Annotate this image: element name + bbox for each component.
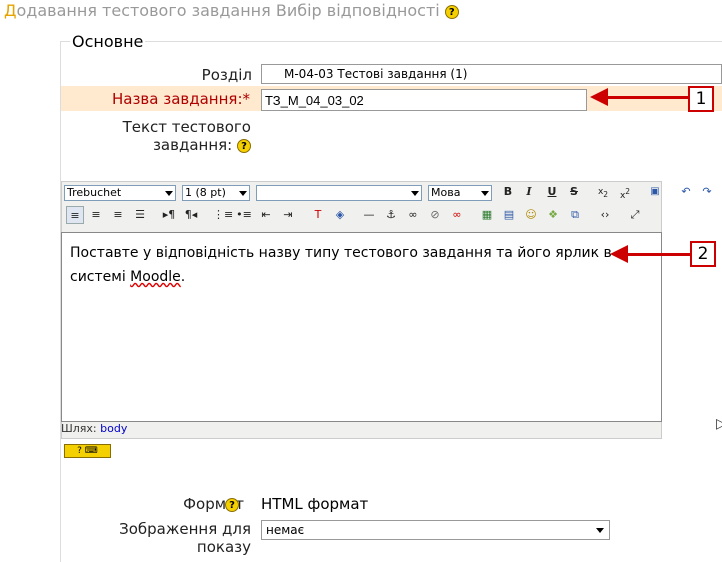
page-title: Додавання тестового завдання Вибір відпо… — [4, 1, 459, 20]
align-center-icon[interactable]: ≡ — [87, 206, 105, 224]
superscript-icon[interactable]: x2 — [616, 183, 634, 201]
callout-1-number: 1 — [688, 86, 714, 112]
undo-icon[interactable]: ↶ — [677, 183, 695, 201]
text-label-line1: Текст тестового — [122, 118, 251, 136]
align-left-icon[interactable]: ≡ — [66, 206, 84, 224]
ordered-list-icon[interactable]: ⋮≡ — [213, 206, 233, 224]
search-replace-icon[interactable]: ⧉ — [566, 206, 584, 224]
section-legend: Основне — [70, 32, 146, 51]
special-char-icon[interactable]: ❖ — [544, 206, 562, 224]
editor-text-misspelled: Moodle — [130, 269, 181, 285]
underline-icon[interactable]: U — [543, 183, 561, 201]
image-label-line1: Зображення для — [119, 520, 251, 538]
table-icon[interactable]: ▤ — [500, 206, 518, 224]
unordered-list-icon[interactable]: •≡ — [235, 206, 253, 224]
callout-2-arrow — [626, 253, 690, 256]
category-select[interactable]: М-04-03 Тестові завдання (1) — [261, 64, 722, 84]
font-family-select[interactable]: Trebuchet — [64, 185, 176, 201]
redo-icon[interactable]: ↷ — [698, 183, 716, 201]
path-body-link[interactable]: body — [100, 422, 127, 435]
callout-1-arrow — [606, 96, 688, 99]
editor-path-bar: Шлях: body — [61, 422, 662, 439]
subscript-icon[interactable]: x2 — [594, 183, 612, 201]
font-size-select[interactable]: 1 (8 pt) — [182, 185, 250, 201]
image-icon[interactable]: ▦ — [478, 206, 496, 224]
rtl-icon[interactable]: ¶◂ — [182, 206, 200, 224]
font-size-value: 1 (8 pt) — [185, 186, 226, 199]
bold-icon[interactable]: B — [499, 183, 517, 201]
indent-icon[interactable]: ⇥ — [279, 206, 297, 224]
help-icon[interactable]: ? — [237, 138, 251, 153]
nolink-icon[interactable]: ∞ — [448, 206, 466, 224]
path-label: Шлях: — [61, 422, 97, 435]
page-title-text: одавання тестового завдання Вибір відпов… — [16, 1, 440, 20]
text-label: завдання: ? — [80, 136, 251, 154]
name-input[interactable] — [261, 89, 587, 111]
link-icon[interactable]: ∞ — [404, 206, 422, 224]
style-select[interactable] — [256, 185, 422, 201]
strikethrough-icon[interactable]: S — [565, 183, 583, 201]
paste-word-icon[interactable]: ▣ — [646, 183, 664, 201]
category-select-value: М-04-03 Тестові завдання (1) — [284, 67, 468, 81]
language-value: Мова — [431, 186, 461, 199]
outdent-icon[interactable]: ⇤ — [257, 206, 275, 224]
callout-2-number: 2 — [690, 241, 716, 267]
category-label: Розділ — [201, 66, 252, 84]
mouse-cursor-icon: ▷ — [716, 416, 722, 432]
horizontal-rule-icon[interactable]: — — [360, 206, 378, 224]
language-select[interactable]: Мова — [428, 185, 492, 201]
align-right-icon[interactable]: ≡ — [109, 206, 127, 224]
image-select[interactable]: немає — [261, 520, 610, 540]
anchor-icon[interactable]: ⚓ — [382, 206, 400, 224]
format-label: Формат — [183, 495, 244, 513]
chevron-down-icon — [596, 528, 604, 533]
help-icon[interactable]: ? — [225, 498, 239, 512]
name-label: Назва завдання:* — [80, 90, 250, 108]
font-family-value: Trebuchet — [67, 186, 122, 199]
text-color-icon[interactable]: T — [309, 206, 327, 224]
background-color-icon[interactable]: ◈ — [331, 206, 349, 224]
fullscreen-icon[interactable]: ⤢ — [626, 206, 644, 224]
help-icon[interactable]: ? — [444, 4, 459, 19]
image-label-line2: показу — [196, 538, 251, 556]
editor-content[interactable]: Поставте у відповідність назву типу тест… — [61, 232, 662, 422]
italic-icon[interactable]: I — [520, 183, 538, 201]
page-title-first-letter: Д — [4, 1, 17, 20]
format-value: HTML формат — [261, 495, 369, 513]
justify-icon[interactable]: ☰ — [131, 206, 149, 224]
keyboard-help-button[interactable]: ? ⌨ — [64, 444, 111, 458]
text-label-line2: завдання: — [152, 136, 233, 154]
name-label-text: Назва завдання: — [111, 90, 243, 108]
editor-text-end: . — [180, 269, 186, 285]
ltr-icon[interactable]: ▸¶ — [160, 206, 178, 224]
html-source-icon[interactable]: ‹› — [596, 206, 614, 224]
unlink-icon[interactable]: ⊘ — [426, 206, 444, 224]
smiley-icon[interactable]: ☺ — [522, 206, 540, 224]
image-select-value: немає — [266, 523, 305, 537]
required-mark: * — [242, 90, 251, 108]
